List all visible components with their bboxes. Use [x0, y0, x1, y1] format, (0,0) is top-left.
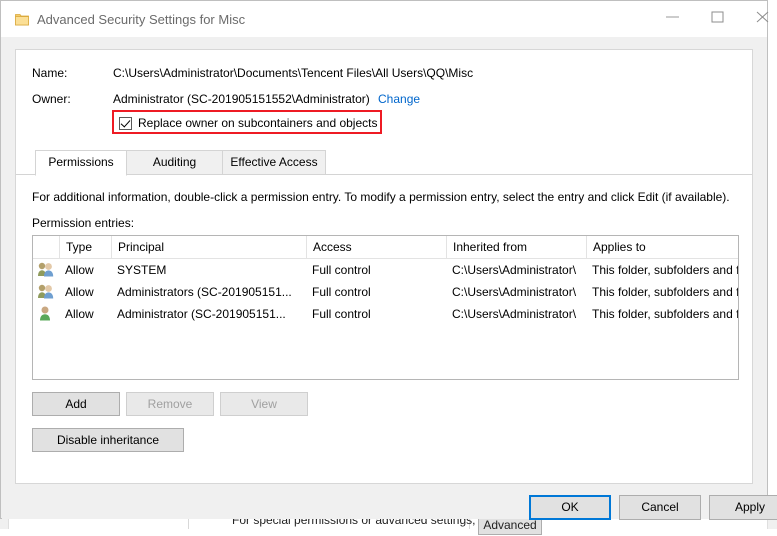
row-applies-to: This folder, subfolders and files	[586, 281, 739, 303]
dialog-footer: OK Cancel Apply	[2, 484, 767, 519]
row-applies-to: This folder, subfolders and files	[586, 259, 739, 281]
add-button[interactable]: Add	[32, 392, 120, 416]
row-icon-cell	[33, 303, 59, 325]
tab-effective-access[interactable]: Effective Access	[222, 150, 326, 175]
row-principal: Administrator (SC-201905151...	[111, 303, 306, 325]
table-row[interactable]: Allow Administrator (SC-201905151... Ful…	[33, 303, 738, 325]
view-button: View	[220, 392, 308, 416]
column-header-access[interactable]: Access	[306, 236, 446, 258]
row-principal: Administrators (SC-201905151...	[111, 281, 306, 303]
list-header: Type Principal Access Inherited from App…	[33, 236, 738, 259]
table-row[interactable]: Allow SYSTEM Full control C:\Users\Admin…	[33, 259, 738, 281]
row-type: Allow	[59, 303, 111, 325]
row-inherited-from: C:\Users\Administrator\	[446, 281, 586, 303]
table-row[interactable]: Allow Administrators (SC-201905151... Fu…	[33, 281, 738, 303]
row-inherited-from: C:\Users\Administrator\	[446, 303, 586, 325]
advanced-security-settings-dialog: Advanced Security Settings for Misc Name…	[0, 0, 768, 519]
column-header-inherited-from[interactable]: Inherited from	[446, 236, 586, 258]
row-access: Full control	[306, 303, 446, 325]
column-header-principal[interactable]: Principal	[111, 236, 306, 258]
group-icon	[37, 283, 55, 299]
disable-inheritance-button[interactable]: Disable inheritance	[32, 428, 184, 452]
permission-entries-label: Permission entries:	[32, 216, 134, 230]
row-inherited-from: C:\Users\Administrator\	[446, 259, 586, 281]
minimize-button[interactable]	[651, 1, 696, 31]
row-icon-cell	[33, 259, 59, 281]
row-access: Full control	[306, 259, 446, 281]
remove-button: Remove	[126, 392, 214, 416]
group-icon	[37, 261, 55, 277]
close-button[interactable]	[741, 1, 777, 31]
tab-permissions[interactable]: Permissions	[35, 150, 127, 176]
row-icon-cell	[33, 281, 59, 303]
maximize-button[interactable]	[696, 1, 741, 31]
cancel-button[interactable]: Cancel	[619, 495, 701, 520]
checkbox-box[interactable]	[119, 117, 132, 130]
owner-label: Owner:	[32, 92, 71, 106]
tab-auditing[interactable]: Auditing	[126, 150, 223, 175]
row-applies-to: This folder, subfolders and files	[586, 303, 739, 325]
title-bar: Advanced Security Settings for Misc	[1, 1, 767, 37]
row-type: Allow	[59, 281, 111, 303]
replace-owner-checkbox[interactable]: Replace owner on subcontainers and objec…	[119, 116, 377, 130]
name-label: Name:	[32, 66, 67, 80]
row-type: Allow	[59, 259, 111, 281]
dialog-content-panel: Name: C:\Users\Administrator\Documents\T…	[15, 49, 753, 484]
folder-icon	[15, 13, 29, 26]
owner-value: Administrator (SC-201905151552\Administr…	[113, 92, 370, 106]
user-icon	[37, 305, 55, 321]
column-header-applies-to[interactable]: Applies to	[586, 236, 739, 258]
apply-button[interactable]: Apply	[709, 495, 777, 520]
row-access: Full control	[306, 281, 446, 303]
maximize-icon	[711, 11, 725, 23]
info-text: For additional information, double-click…	[32, 190, 730, 204]
ok-button[interactable]: OK	[529, 495, 611, 520]
permission-entries-list[interactable]: Type Principal Access Inherited from App…	[32, 235, 739, 380]
replace-owner-label: Replace owner on subcontainers and objec…	[138, 116, 377, 130]
change-owner-link[interactable]: Change	[378, 92, 420, 106]
close-icon	[756, 11, 770, 23]
column-header-type[interactable]: Type	[59, 236, 111, 258]
window-title: Advanced Security Settings for Misc	[37, 12, 245, 27]
row-principal: SYSTEM	[111, 259, 306, 281]
column-header-icon[interactable]	[33, 236, 59, 258]
name-value: C:\Users\Administrator\Documents\Tencent…	[113, 66, 473, 80]
minimize-icon	[666, 11, 680, 23]
